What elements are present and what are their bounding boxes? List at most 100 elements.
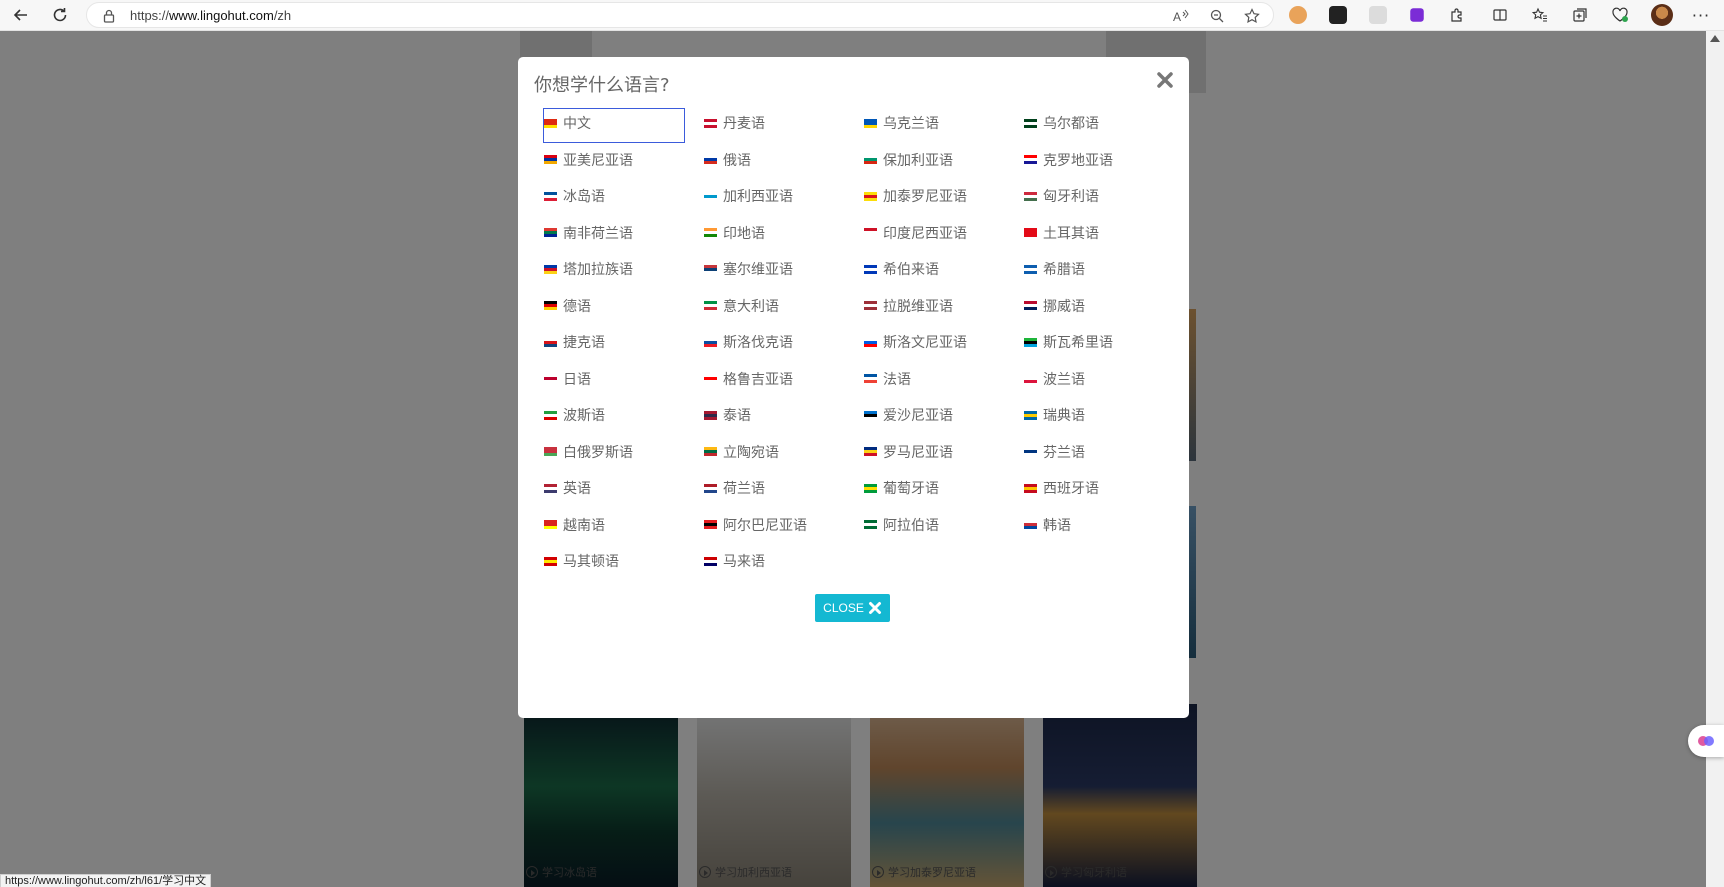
language-option[interactable]: 挪威语 bbox=[1023, 288, 1183, 325]
favorite-star-icon[interactable] bbox=[1240, 6, 1264, 26]
language-option[interactable]: 丹麦语 bbox=[703, 105, 863, 142]
extension-monkey-icon[interactable] bbox=[1289, 6, 1307, 24]
language-label: 白俄罗斯语 bbox=[563, 444, 633, 461]
language-label: 希腊语 bbox=[1043, 262, 1085, 279]
back-icon[interactable] bbox=[8, 3, 34, 27]
language-option[interactable]: 韩语 bbox=[1023, 507, 1183, 544]
flag-icon bbox=[704, 337, 717, 347]
language-option[interactable]: 保加利亚语 bbox=[863, 142, 1023, 179]
language-option[interactable]: 日语 bbox=[543, 361, 703, 398]
flag-icon bbox=[704, 556, 717, 566]
language-option[interactable]: 塞尔维亚语 bbox=[703, 251, 863, 288]
svg-text:A: A bbox=[1173, 10, 1181, 23]
language-option[interactable]: 意大利语 bbox=[703, 288, 863, 325]
zoom-out-icon[interactable] bbox=[1205, 6, 1229, 26]
language-option[interactable]: 加泰罗尼亚语 bbox=[863, 178, 1023, 215]
flag-icon bbox=[544, 228, 557, 238]
flag-icon bbox=[864, 118, 877, 128]
language-option[interactable]: 匈牙利语 bbox=[1023, 178, 1183, 215]
lock-icon[interactable] bbox=[103, 8, 115, 27]
language-option[interactable]: 希伯来语 bbox=[863, 251, 1023, 288]
language-option[interactable]: 印地语 bbox=[703, 215, 863, 252]
language-option[interactable]: 葡萄牙语 bbox=[863, 470, 1023, 507]
language-option[interactable]: 克罗地亚语 bbox=[1023, 142, 1183, 179]
flag-icon bbox=[1024, 264, 1037, 274]
scroll-up-arrow-icon[interactable] bbox=[1710, 35, 1720, 42]
language-label: 西班牙语 bbox=[1043, 481, 1099, 498]
language-option[interactable]: 斯瓦希里语 bbox=[1023, 324, 1183, 361]
modal-close-icon[interactable] bbox=[1152, 67, 1178, 93]
language-option[interactable]: 拉脱维亚语 bbox=[863, 288, 1023, 325]
flag-icon bbox=[1024, 410, 1037, 420]
language-label: 保加利亚语 bbox=[883, 152, 953, 169]
language-option[interactable]: 斯洛伐克语 bbox=[703, 324, 863, 361]
language-option[interactable]: 乌尔都语 bbox=[1023, 105, 1183, 142]
language-option[interactable]: 法语 bbox=[863, 361, 1023, 398]
language-option[interactable]: 希腊语 bbox=[1023, 251, 1183, 288]
more-options-icon[interactable]: ··· bbox=[1688, 3, 1714, 27]
flag-icon bbox=[1024, 520, 1037, 530]
language-option[interactable]: 越南语 bbox=[543, 507, 703, 544]
collections-icon[interactable] bbox=[1567, 3, 1593, 27]
language-option[interactable]: 波斯语 bbox=[543, 397, 703, 434]
language-label: 日语 bbox=[563, 371, 591, 388]
language-option[interactable]: 加利西亚语 bbox=[703, 178, 863, 215]
ai-assistant-brain-icon[interactable] bbox=[1688, 725, 1724, 757]
profile-avatar[interactable] bbox=[1651, 4, 1673, 26]
flag-icon bbox=[704, 191, 717, 201]
language-option[interactable]: 泰语 bbox=[703, 397, 863, 434]
flag-icon bbox=[864, 410, 877, 420]
language-option[interactable]: 塔加拉族语 bbox=[543, 251, 703, 288]
browser-essentials-icon[interactable] bbox=[1607, 3, 1633, 27]
language-label: 爱沙尼亚语 bbox=[883, 408, 953, 425]
language-option[interactable]: 马其顿语 bbox=[543, 543, 703, 580]
language-option[interactable]: 爱沙尼亚语 bbox=[863, 397, 1023, 434]
language-option[interactable]: 白俄罗斯语 bbox=[543, 434, 703, 471]
language-option[interactable]: 马来语 bbox=[703, 543, 863, 580]
language-option[interactable]: 南非荷兰语 bbox=[543, 215, 703, 252]
language-option[interactable]: 中文 bbox=[543, 105, 703, 143]
language-option[interactable]: 俄语 bbox=[703, 142, 863, 179]
language-option[interactable]: 瑞典语 bbox=[1023, 397, 1183, 434]
language-option[interactable]: 罗马尼亚语 bbox=[863, 434, 1023, 471]
language-option[interactable]: 英语 bbox=[543, 470, 703, 507]
language-label: 冰岛语 bbox=[563, 189, 605, 206]
language-option[interactable]: 捷克语 bbox=[543, 324, 703, 361]
language-option[interactable]: 德语 bbox=[543, 288, 703, 325]
extension-dark-icon[interactable] bbox=[1329, 6, 1347, 24]
refresh-icon[interactable] bbox=[47, 3, 73, 27]
language-label: 中文 bbox=[563, 116, 591, 133]
language-option[interactable]: 格鲁吉亚语 bbox=[703, 361, 863, 398]
language-option[interactable]: 波兰语 bbox=[1023, 361, 1183, 398]
browser-toolbar: https://www.lingohut.com/zh A ··· bbox=[0, 0, 1724, 31]
language-option[interactable]: 土耳其语 bbox=[1023, 215, 1183, 252]
extension-grey-icon[interactable] bbox=[1369, 6, 1387, 24]
split-screen-icon[interactable] bbox=[1487, 3, 1513, 27]
extension-purple-icon[interactable] bbox=[1410, 8, 1424, 22]
language-option[interactable]: 亚美尼亚语 bbox=[543, 142, 703, 179]
language-label: 亚美尼亚语 bbox=[563, 152, 633, 169]
language-option[interactable]: 荷兰语 bbox=[703, 470, 863, 507]
language-label: 格鲁吉亚语 bbox=[723, 371, 793, 388]
language-option[interactable]: 冰岛语 bbox=[543, 178, 703, 215]
flag-icon bbox=[1024, 155, 1037, 165]
language-label: 马来语 bbox=[723, 554, 765, 571]
language-option[interactable]: 立陶宛语 bbox=[703, 434, 863, 471]
language-option[interactable]: 斯洛文尼亚语 bbox=[863, 324, 1023, 361]
close-button[interactable]: CLOSE bbox=[815, 594, 890, 622]
language-option[interactable]: 阿尔巴尼亚语 bbox=[703, 507, 863, 544]
flag-icon bbox=[704, 301, 717, 311]
language-option[interactable]: 西班牙语 bbox=[1023, 470, 1183, 507]
language-option[interactable]: 芬兰语 bbox=[1023, 434, 1183, 471]
url-host: www.lingohut.com bbox=[169, 8, 274, 23]
scrollbar[interactable] bbox=[1706, 31, 1724, 887]
language-option[interactable]: 印度尼西亚语 bbox=[863, 215, 1023, 252]
extensions-puzzle-icon[interactable] bbox=[1444, 3, 1470, 27]
address-bar[interactable]: https://www.lingohut.com/zh A bbox=[86, 2, 1274, 28]
read-aloud-icon[interactable]: A bbox=[1169, 6, 1193, 26]
favorites-icon[interactable] bbox=[1527, 3, 1553, 27]
language-option[interactable]: 乌克兰语 bbox=[863, 105, 1023, 142]
language-option[interactable]: 阿拉伯语 bbox=[863, 507, 1023, 544]
flag-icon bbox=[544, 191, 557, 201]
url-text[interactable]: https://www.lingohut.com/zh bbox=[130, 8, 291, 23]
